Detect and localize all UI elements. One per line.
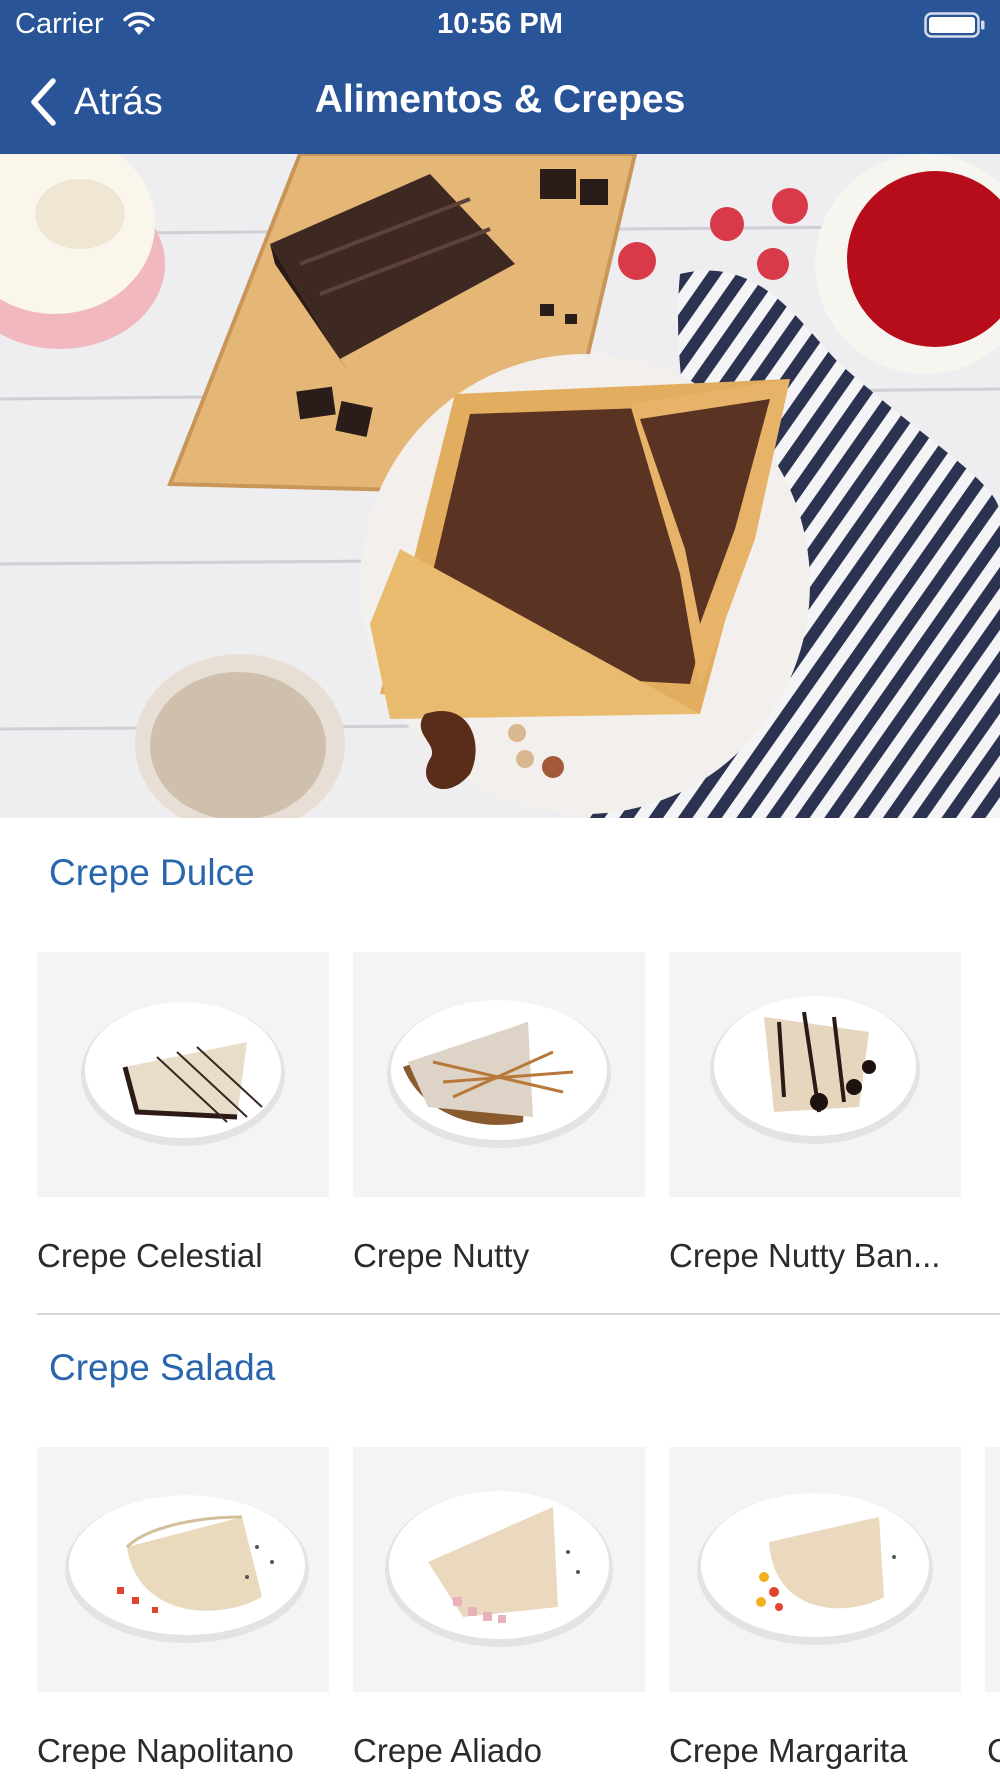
navigation-bar: Carrier 10:56 PM Atrás Alimentos & Crepe… [0, 0, 1000, 154]
product-name: Crepe Celestial [37, 1237, 263, 1274]
product-image [37, 952, 329, 1197]
product-name: Crepe Nutty Ban... [669, 1237, 941, 1274]
product-card-crepe-napolitano[interactable]: Crepe Napolitano [37, 1447, 329, 1769]
product-image [353, 1447, 645, 1692]
product-image [669, 1447, 961, 1692]
product-name: Crepe Napolitano [37, 1732, 294, 1769]
product-card-crepe-nutty[interactable]: Crepe Nutty [353, 952, 645, 1274]
status-time: 10:56 PM [437, 8, 563, 40]
product-name: Crepe Nutty [353, 1237, 530, 1274]
product-card-crepe-aliado[interactable]: Crepe Aliado [353, 1447, 645, 1769]
product-image [37, 1447, 329, 1692]
product-image [669, 952, 961, 1197]
product-name: Crepe Aliado [353, 1732, 542, 1769]
product-image [353, 952, 645, 1197]
product-card-peek[interactable] [985, 1447, 1000, 1692]
product-card-crepe-nutty-banana[interactable]: Crepe Nutty Ban... [669, 952, 961, 1274]
section-divider [37, 1313, 1000, 1315]
page-title: Alimentos & Crepes [314, 78, 686, 121]
battery-icon [924, 12, 985, 38]
status-bar: Carrier 10:56 PM [0, 0, 1000, 50]
product-card-crepe-celestial[interactable]: Crepe Celestial [37, 952, 329, 1274]
product-name: Crepe Margarita [669, 1732, 908, 1769]
hero-image [0, 154, 1000, 818]
product-card-crepe-margarita[interactable]: Crepe Margarita [669, 1447, 961, 1769]
product-name-peek: C [987, 1732, 1000, 1769]
section-title-crepe-salada: Crepe Salada [49, 1347, 276, 1388]
section-title-crepe-dulce: Crepe Dulce [49, 852, 255, 893]
hero-illustration [0, 154, 1000, 818]
